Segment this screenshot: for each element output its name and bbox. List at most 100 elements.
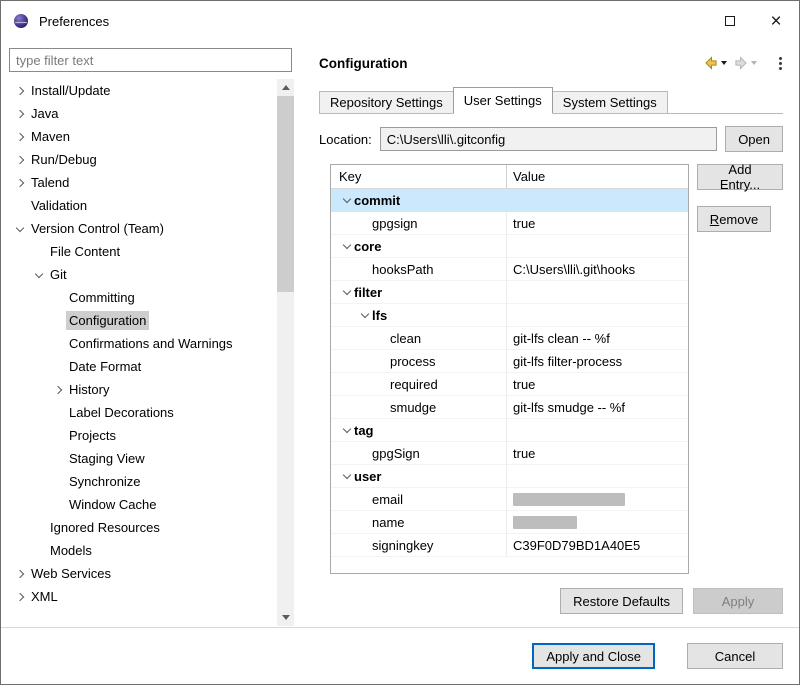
add-entry-button[interactable]: Add Entry...: [697, 164, 783, 190]
value-cell[interactable]: git-lfs filter-process: [506, 350, 688, 372]
chevron-down-icon[interactable]: [339, 474, 354, 478]
tree-item-label[interactable]: Run/Debug: [28, 150, 100, 169]
key-cell[interactable]: gpgsign: [331, 212, 506, 234]
value-cell[interactable]: git-lfs clean -- %f: [506, 327, 688, 349]
key-cell[interactable]: commit: [331, 189, 506, 211]
tree-item-git[interactable]: Git: [1, 263, 275, 286]
value-cell[interactable]: [506, 304, 688, 326]
value-cell[interactable]: [506, 488, 688, 510]
tree-item-label[interactable]: Java: [28, 104, 61, 123]
tree-item-label[interactable]: History: [66, 380, 112, 399]
tree-item-label[interactable]: Window Cache: [66, 495, 159, 514]
key-cell[interactable]: email: [331, 488, 506, 510]
key-cell[interactable]: gpgSign: [331, 442, 506, 464]
tree-item-label[interactable]: XML: [28, 587, 61, 606]
key-cell[interactable]: filter: [331, 281, 506, 303]
value-cell[interactable]: C:\Users\lli\.git\hooks: [506, 258, 688, 280]
cancel-button[interactable]: Cancel: [687, 643, 783, 669]
chevron-down-icon[interactable]: [339, 244, 354, 248]
chevron-right-icon[interactable]: [49, 387, 66, 393]
config-row-user[interactable]: user: [331, 465, 688, 488]
tree-item-history[interactable]: History: [1, 378, 275, 401]
tree-item-label[interactable]: Validation: [28, 196, 90, 215]
tree-scrollbar[interactable]: [277, 79, 294, 626]
chevron-down-icon[interactable]: [11, 227, 28, 231]
config-row-hookspath[interactable]: hooksPathC:\Users\lli\.git\hooks: [331, 258, 688, 281]
chevron-right-icon[interactable]: [11, 157, 28, 163]
key-cell[interactable]: lfs: [331, 304, 506, 326]
key-cell[interactable]: user: [331, 465, 506, 487]
chevron-down-icon[interactable]: [339, 428, 354, 432]
value-cell[interactable]: [506, 235, 688, 257]
tree-item-maven[interactable]: Maven: [1, 125, 275, 148]
tree-item-label[interactable]: Synchronize: [66, 472, 144, 491]
tree-item-label[interactable]: Version Control (Team): [28, 219, 167, 238]
tree-item-label[interactable]: Staging View: [66, 449, 148, 468]
tree-item-install-update[interactable]: Install/Update: [1, 79, 275, 102]
value-cell[interactable]: true: [506, 212, 688, 234]
key-column-header[interactable]: Key: [331, 165, 506, 188]
value-cell[interactable]: true: [506, 442, 688, 464]
key-cell[interactable]: hooksPath: [331, 258, 506, 280]
forward-button[interactable]: [730, 53, 760, 73]
tree-item-label-decorations[interactable]: Label Decorations: [1, 401, 275, 424]
tree-item-models[interactable]: Models: [1, 539, 275, 562]
maximize-button[interactable]: [707, 1, 753, 41]
view-menu-button[interactable]: [776, 54, 785, 73]
value-cell[interactable]: true: [506, 373, 688, 395]
config-row-required[interactable]: requiredtrue: [331, 373, 688, 396]
chevron-right-icon[interactable]: [11, 180, 28, 186]
tab-repository-settings[interactable]: Repository Settings: [319, 91, 454, 113]
config-row-signingkey[interactable]: signingkeyC39F0D79BD1A40E5: [331, 534, 688, 557]
key-cell[interactable]: clean: [331, 327, 506, 349]
scroll-up-button[interactable]: [277, 79, 294, 96]
location-field[interactable]: [380, 127, 717, 151]
config-row-core[interactable]: core: [331, 235, 688, 258]
tree-item-label[interactable]: Git: [47, 265, 70, 284]
value-cell[interactable]: [506, 281, 688, 303]
chevron-right-icon[interactable]: [11, 88, 28, 94]
close-button[interactable]: ×: [753, 1, 799, 41]
tree-item-label[interactable]: Ignored Resources: [47, 518, 163, 537]
key-cell[interactable]: core: [331, 235, 506, 257]
tree-item-label[interactable]: Confirmations and Warnings: [66, 334, 236, 353]
key-cell[interactable]: name: [331, 511, 506, 533]
value-cell[interactable]: [506, 419, 688, 441]
config-row-name[interactable]: name: [331, 511, 688, 534]
chevron-down-icon[interactable]: [339, 198, 354, 202]
tree-item-label[interactable]: Maven: [28, 127, 73, 146]
chevron-right-icon[interactable]: [11, 111, 28, 117]
back-button[interactable]: [700, 53, 730, 73]
tree-item-configuration[interactable]: Configuration: [1, 309, 275, 332]
config-row-gpgsign[interactable]: gpgsigntrue: [331, 212, 688, 235]
remove-button[interactable]: Remove: [697, 206, 771, 232]
tree-item-run-debug[interactable]: Run/Debug: [1, 148, 275, 171]
chevron-down-icon[interactable]: [30, 273, 47, 277]
config-row-lfs[interactable]: lfs: [331, 304, 688, 327]
tree-item-label[interactable]: Talend: [28, 173, 72, 192]
key-cell[interactable]: signingkey: [331, 534, 506, 556]
tree-item-xml[interactable]: XML: [1, 585, 275, 608]
config-row-clean[interactable]: cleangit-lfs clean -- %f: [331, 327, 688, 350]
tree-item-label[interactable]: Date Format: [66, 357, 144, 376]
tree-item-talend[interactable]: Talend: [1, 171, 275, 194]
tab-user-settings[interactable]: User Settings: [453, 87, 553, 114]
tab-system-settings[interactable]: System Settings: [552, 91, 668, 113]
tree-item-file-content[interactable]: File Content: [1, 240, 275, 263]
tree-item-date-format[interactable]: Date Format: [1, 355, 275, 378]
chevron-right-icon[interactable]: [11, 134, 28, 140]
key-cell[interactable]: smudge: [331, 396, 506, 418]
value-cell[interactable]: [506, 465, 688, 487]
config-row-tag[interactable]: tag: [331, 419, 688, 442]
tree-item-window-cache[interactable]: Window Cache: [1, 493, 275, 516]
tree-item-label[interactable]: Committing: [66, 288, 138, 307]
tree-item-version-control-team[interactable]: Version Control (Team): [1, 217, 275, 240]
config-row-filter[interactable]: filter: [331, 281, 688, 304]
config-row-process[interactable]: processgit-lfs filter-process: [331, 350, 688, 373]
chevron-right-icon[interactable]: [11, 571, 28, 577]
config-row-gpgsign[interactable]: gpgSigntrue: [331, 442, 688, 465]
tree-item-staging-view[interactable]: Staging View: [1, 447, 275, 470]
tree-item-projects[interactable]: Projects: [1, 424, 275, 447]
tree-item-committing[interactable]: Committing: [1, 286, 275, 309]
tree-item-label[interactable]: Install/Update: [28, 81, 114, 100]
